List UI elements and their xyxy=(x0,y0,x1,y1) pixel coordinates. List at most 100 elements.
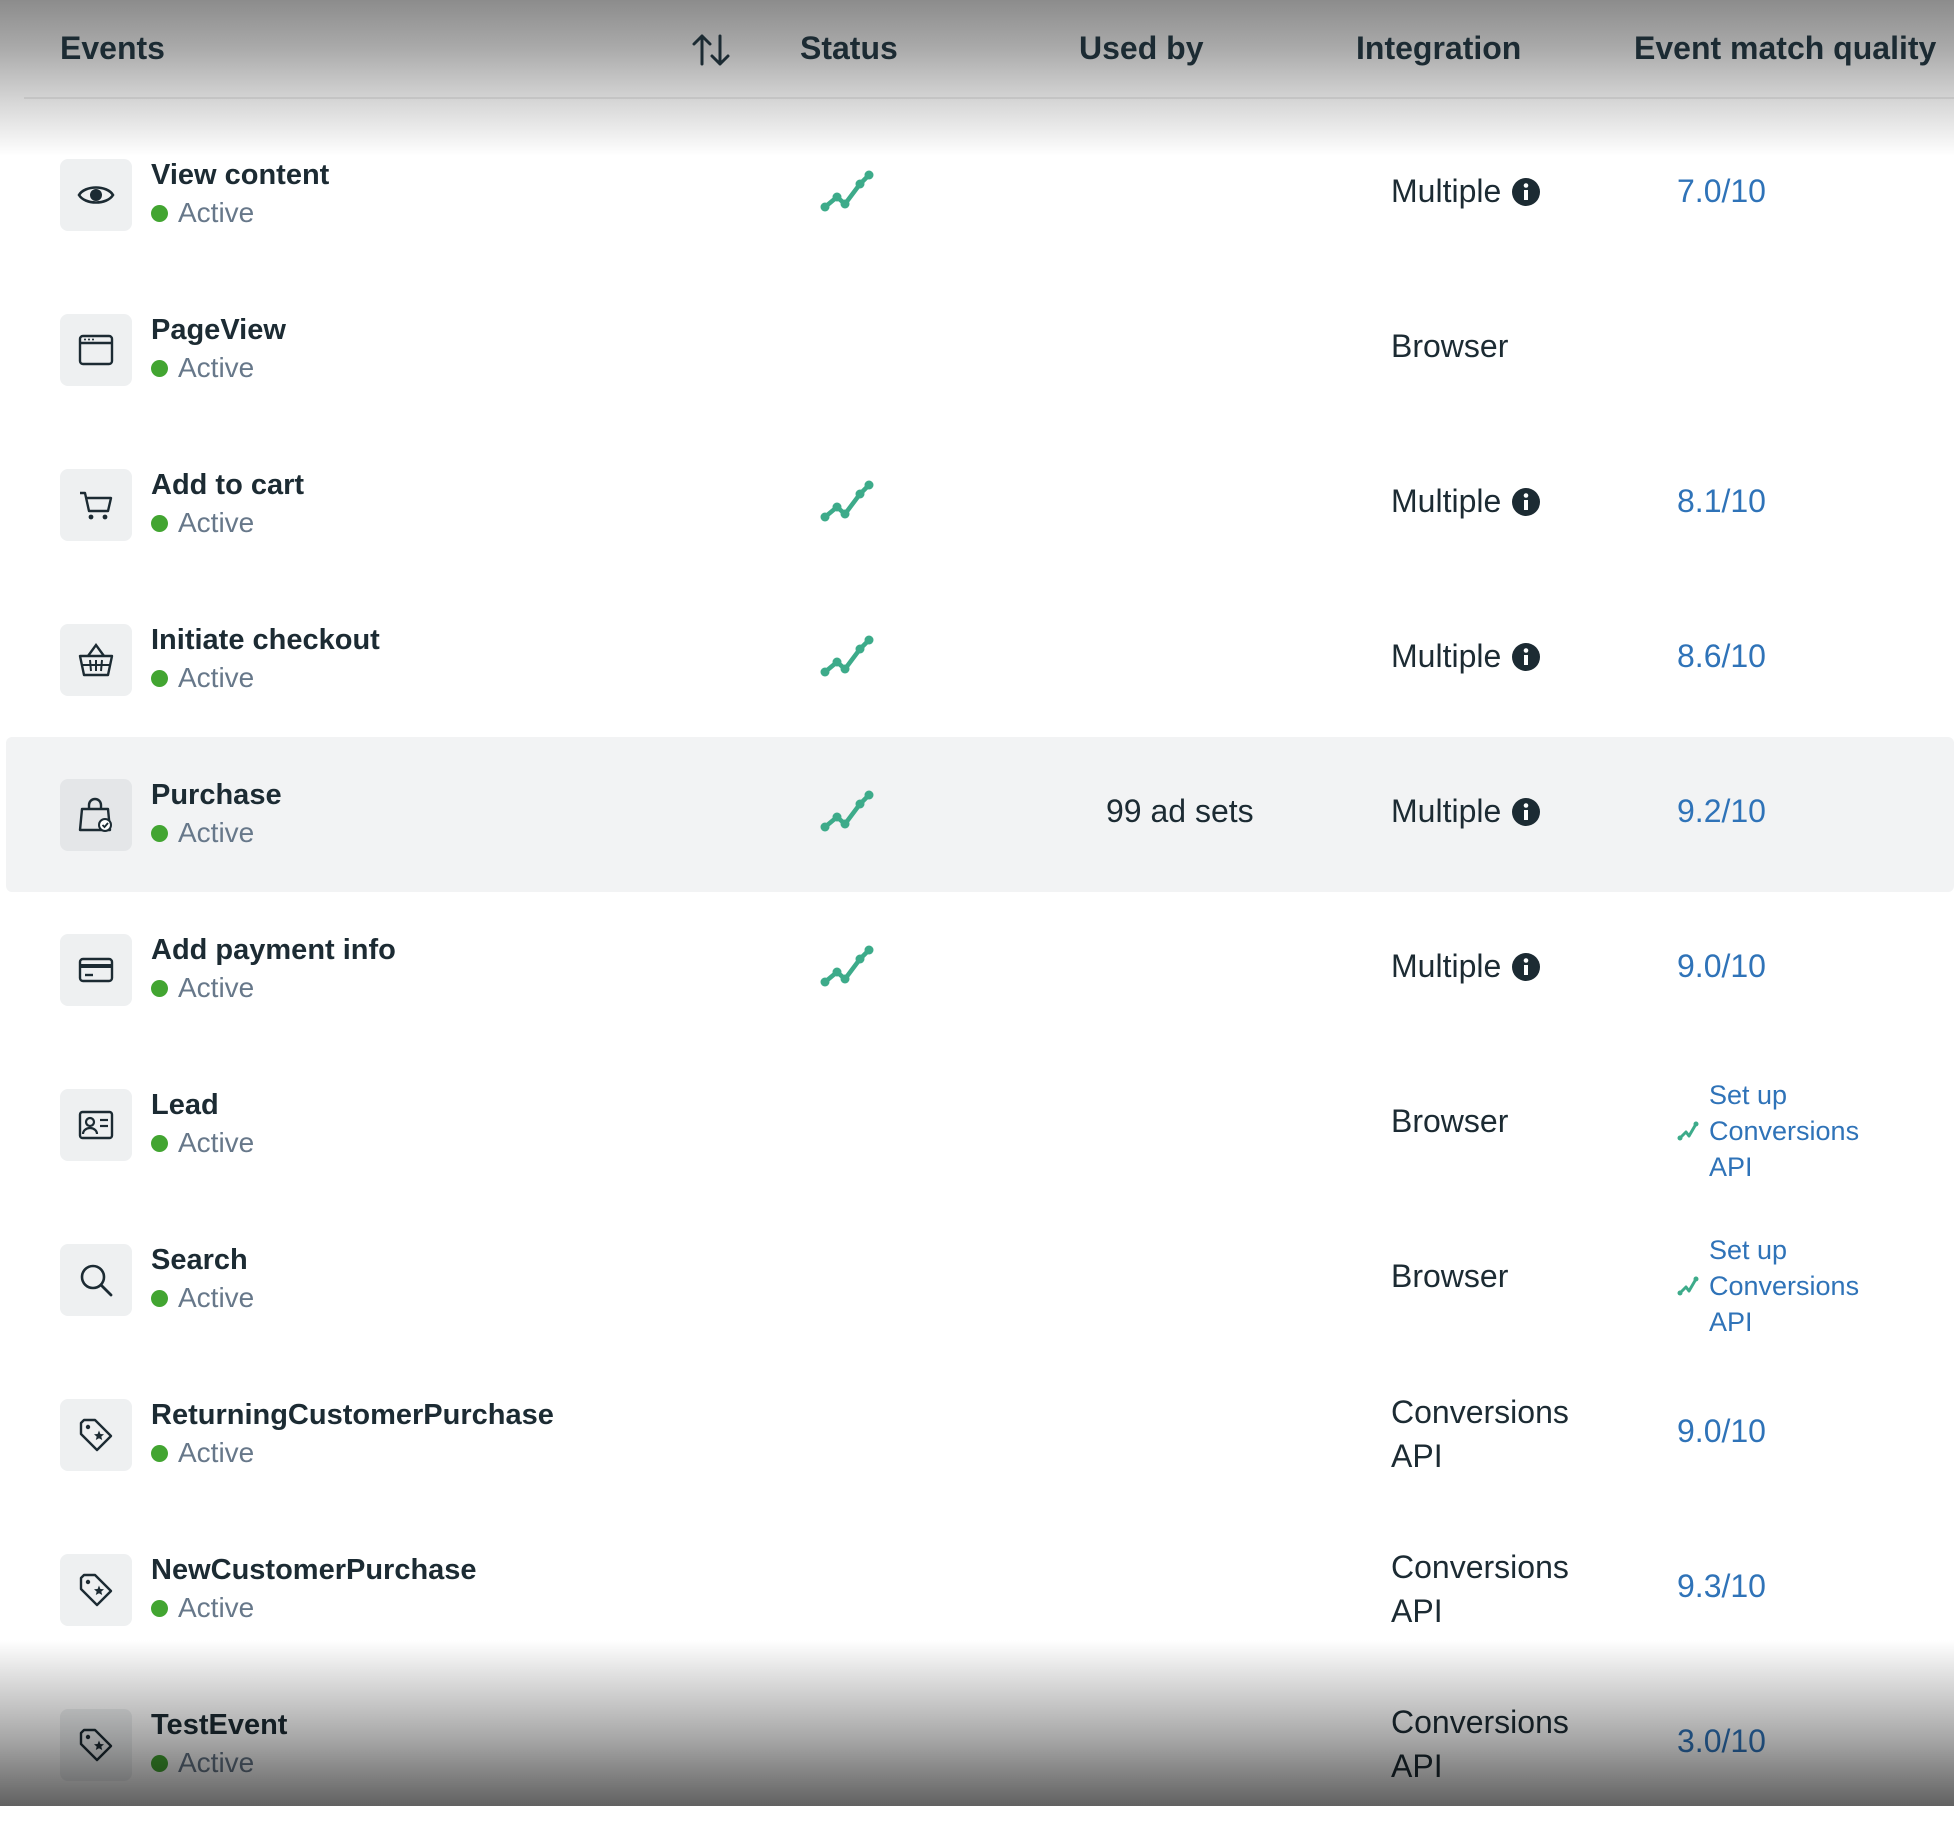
conversions-api-icon xyxy=(1677,1119,1701,1143)
event-status: Active xyxy=(151,1592,254,1624)
event-name[interactable]: PageView xyxy=(151,314,286,347)
browser-window-icon xyxy=(60,314,132,386)
integration-label: Browser xyxy=(1391,1103,1509,1139)
column-header-event-match-quality[interactable]: Event match quality xyxy=(1634,30,1936,67)
active-status-dot xyxy=(151,514,168,532)
event-name[interactable]: Purchase xyxy=(151,779,282,812)
event-match-quality-link[interactable]: 3.0/10 xyxy=(1677,1723,1766,1760)
tag-icon xyxy=(60,1709,132,1781)
event-match-quality-link[interactable]: 9.0/10 xyxy=(1677,1413,1766,1450)
activity-graph-icon[interactable] xyxy=(820,167,876,215)
contact-card-icon xyxy=(60,1089,132,1161)
table-row[interactable]: Search Active Browser Set up Conversions AP… xyxy=(0,1202,1954,1357)
event-status: Active xyxy=(151,1437,254,1469)
event-name[interactable]: ReturningCustomerPurchase xyxy=(151,1399,554,1432)
event-status-label: Active xyxy=(178,1437,255,1468)
integration-value: Multiple xyxy=(1391,173,1541,210)
event-status-label: Active xyxy=(178,1282,255,1313)
column-header-events[interactable]: Events xyxy=(60,30,165,67)
integration-value: Browser xyxy=(1391,1258,1508,1295)
table-row[interactable]: View content Active Multiple 7.0/10 xyxy=(0,117,1954,272)
event-match-quality-link[interactable]: 8.6/10 xyxy=(1677,638,1766,675)
activity-graph-icon[interactable] xyxy=(820,477,876,525)
info-icon[interactable] xyxy=(1511,797,1541,827)
integration-label: Multiple xyxy=(1391,948,1502,984)
table-row[interactable]: NewCustomerPurchase Active Conversions API 9… xyxy=(0,1512,1954,1667)
event-status-label: Active xyxy=(178,1127,255,1158)
integration-value: Multiple xyxy=(1391,638,1541,675)
info-icon[interactable] xyxy=(1511,487,1541,517)
tag-icon xyxy=(60,1399,132,1471)
event-name[interactable]: NewCustomerPurchase xyxy=(151,1554,477,1587)
activity-graph-icon[interactable] xyxy=(820,632,876,680)
events-table-body: View content Active Multiple 7.0/10 PageView… xyxy=(0,117,1954,1822)
column-header-integration[interactable]: Integration xyxy=(1356,30,1521,67)
conversions-api-icon xyxy=(1677,1274,1701,1298)
event-status: Active xyxy=(151,197,254,229)
table-row[interactable]: ReturningCustomerPurchase Active Conversio… xyxy=(0,1357,1954,1512)
activity-graph-icon[interactable] xyxy=(820,787,876,835)
column-header-used-by[interactable]: Used by xyxy=(1079,30,1203,67)
event-status: Active xyxy=(151,662,254,694)
integration-line: API xyxy=(1391,1438,1443,1474)
sort-icon[interactable] xyxy=(690,30,732,70)
search-icon xyxy=(60,1244,132,1316)
info-icon[interactable] xyxy=(1511,177,1541,207)
column-header-status[interactable]: Status xyxy=(800,30,898,67)
event-status-label: Active xyxy=(178,352,255,383)
setup-conversions-api-link[interactable]: Set up Conversions API xyxy=(1677,1077,1879,1185)
event-name[interactable]: TestEvent xyxy=(151,1709,287,1742)
event-name[interactable]: Initiate checkout xyxy=(151,624,380,657)
integration-label: Multiple xyxy=(1391,483,1502,519)
integration-value: Conversions API xyxy=(1391,1390,1611,1478)
event-name[interactable]: Add to cart xyxy=(151,469,304,502)
event-name[interactable]: Search xyxy=(151,1244,248,1277)
integration-line: API xyxy=(1391,1748,1443,1784)
setup-conversions-api-label[interactable]: Set up Conversions API xyxy=(1709,1077,1879,1185)
integration-line: Conversions xyxy=(1391,1394,1569,1430)
active-status-dot xyxy=(151,1599,168,1617)
used-by-value[interactable]: 99 ad sets xyxy=(1106,793,1254,830)
info-icon[interactable] xyxy=(1511,952,1541,982)
table-row[interactable]: Add to cart Active Multiple 8.1/10 xyxy=(0,427,1954,582)
table-row[interactable]: Add payment info Active Multiple 9.0/10 xyxy=(0,892,1954,1047)
active-status-dot xyxy=(151,1754,168,1772)
table-row[interactable]: Initiate checkout Active Multiple 8.6/10 xyxy=(0,582,1954,737)
event-status: Active xyxy=(151,972,254,1004)
event-name[interactable]: Lead xyxy=(151,1089,219,1122)
tag-icon xyxy=(60,1554,132,1626)
integration-value: Browser xyxy=(1391,1103,1508,1140)
event-match-quality-link[interactable]: 8.1/10 xyxy=(1677,483,1766,520)
event-status-label: Active xyxy=(178,1592,255,1623)
event-match-quality-link[interactable]: 9.2/10 xyxy=(1677,793,1766,830)
active-status-dot xyxy=(151,1289,168,1307)
table-row[interactable]: PageView Active Browser xyxy=(0,272,1954,427)
event-status: Active xyxy=(151,352,254,384)
activity-graph-icon[interactable] xyxy=(820,942,876,990)
active-status-dot xyxy=(151,824,168,842)
event-status: Active xyxy=(151,507,254,539)
event-match-quality-link[interactable]: 9.3/10 xyxy=(1677,1568,1766,1605)
event-match-quality-link[interactable]: 9.0/10 xyxy=(1677,948,1766,985)
header-divider xyxy=(24,97,1954,99)
setup-conversions-api-label[interactable]: Set up Conversions API xyxy=(1709,1232,1879,1340)
event-name[interactable]: View content xyxy=(151,159,329,192)
active-status-dot xyxy=(151,204,168,222)
integration-label: Multiple xyxy=(1391,173,1502,209)
integration-value: Conversions API xyxy=(1391,1700,1611,1788)
event-status-label: Active xyxy=(178,507,255,538)
setup-conversions-api-link[interactable]: Set up Conversions API xyxy=(1677,1232,1879,1340)
table-row[interactable]: TestEvent Active Conversions API 3.0/10 xyxy=(0,1667,1954,1822)
integration-value: Conversions API xyxy=(1391,1545,1611,1633)
active-status-dot xyxy=(151,979,168,997)
integration-value: Multiple xyxy=(1391,948,1541,985)
integration-label: Multiple xyxy=(1391,793,1502,829)
event-name[interactable]: Add payment info xyxy=(151,934,396,967)
table-row[interactable]: Lead Active Browser Set up Conversions API xyxy=(0,1047,1954,1202)
active-status-dot xyxy=(151,359,168,377)
integration-value: Browser xyxy=(1391,328,1508,365)
table-row[interactable]: Purchase Active 99 ad sets Multiple 9.2/10 xyxy=(0,737,1954,892)
event-match-quality-link[interactable]: 7.0/10 xyxy=(1677,173,1766,210)
info-icon[interactable] xyxy=(1511,642,1541,672)
event-status-label: Active xyxy=(178,1747,255,1778)
